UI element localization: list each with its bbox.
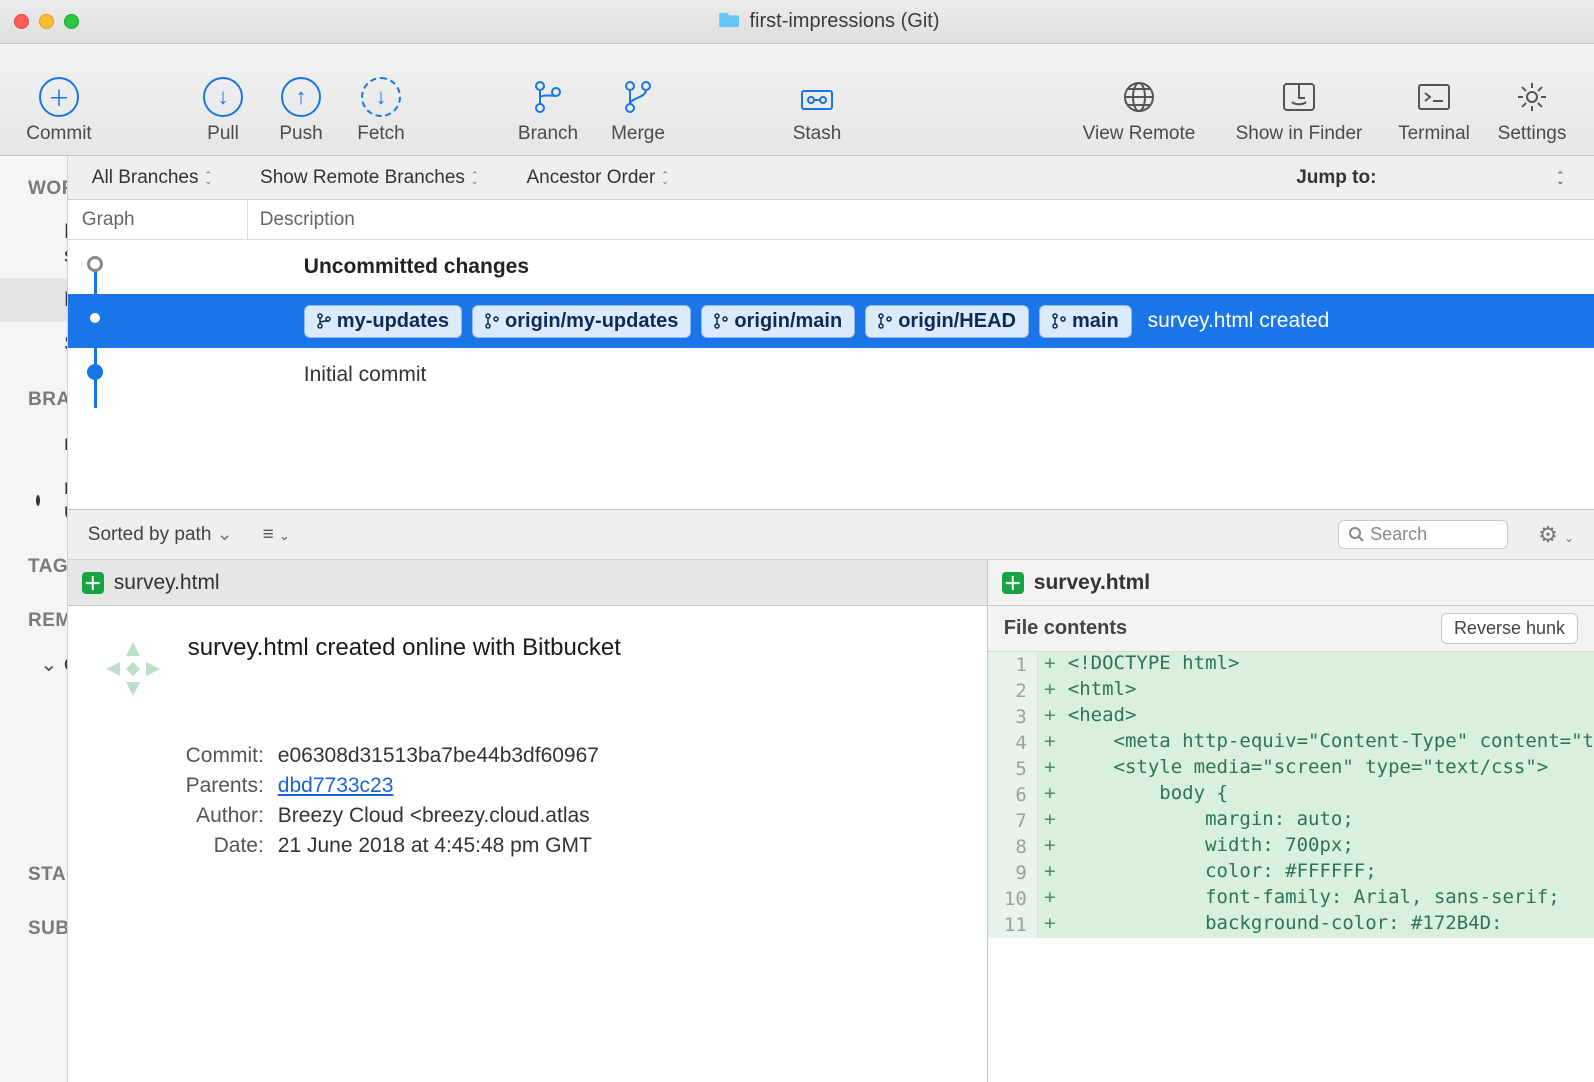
branch-tag[interactable]: my-updates <box>304 305 462 338</box>
sidebar-remote-head[interactable]: HEAD <box>0 686 68 730</box>
sidebar-remotes-header[interactable]: REMOTES <box>0 600 67 642</box>
commit-title: survey.html created online with Bitbucke… <box>188 634 957 662</box>
diff-line[interactable]: 7+ margin: auto; <box>988 808 1594 834</box>
search-input[interactable]: Search <box>1338 520 1508 549</box>
minimize-icon[interactable] <box>39 14 54 29</box>
commit-message: survey.html created <box>1148 309 1330 333</box>
view-mode-icon[interactable]: ≡ ⌄ <box>263 524 290 546</box>
sidebar-workspace-header[interactable]: WORKSPACE <box>0 168 67 210</box>
diff-line[interactable]: 8+ width: 700px; <box>988 834 1594 860</box>
sidebar-remote-origin[interactable]: ⌄origin <box>0 642 68 686</box>
diff-line[interactable]: 5+ <style media="screen" type="text/css"… <box>988 756 1594 782</box>
file-tab[interactable]: ＋ survey.html <box>68 560 987 606</box>
branch-tag[interactable]: main <box>1039 305 1132 338</box>
stash-icon <box>800 71 834 123</box>
commit-details-pane: ＋ survey.html survey.html created online… <box>68 560 988 1082</box>
close-icon[interactable] <box>14 14 29 29</box>
show-in-finder-button[interactable]: Show in Finder <box>1214 71 1384 145</box>
jump-to[interactable]: Jump to: <box>1296 167 1594 189</box>
sidebar: WORKSPACE File status 1 History Search B… <box>0 156 68 1082</box>
commit-author: Breezy Cloud <breezy.cloud.atlas <box>278 804 590 828</box>
added-file-icon: ＋ <box>1002 572 1024 594</box>
merge-button[interactable]: Merge <box>594 71 682 145</box>
settings-button[interactable]: Settings <box>1484 71 1580 145</box>
commit-hash: e06308d31513ba7be44b3df60967 <box>278 744 599 768</box>
maximize-icon[interactable] <box>64 14 79 29</box>
push-button[interactable]: ↑ Push <box>262 71 340 145</box>
window-controls <box>14 14 79 29</box>
sidebar-remote-main[interactable]: main <box>0 730 68 774</box>
commit-row-selected[interactable]: my-updates origin/my-updates origin/main… <box>68 294 1594 348</box>
sidebar-remote-my-updates[interactable]: my-updates <box>0 774 68 842</box>
view-remote-button[interactable]: View Remote <box>1064 71 1214 145</box>
sidebar-submodules-header[interactable]: SUBMODULES <box>0 908 67 950</box>
diff-line[interactable]: 1+<!DOCTYPE html> <box>988 652 1594 678</box>
col-graph: Graph <box>68 200 248 239</box>
sidebar-item-history[interactable]: History <box>0 278 68 322</box>
diff-line[interactable]: 3+<head> <box>988 704 1594 730</box>
globe-icon <box>1122 71 1156 123</box>
search-icon <box>1349 527 1364 542</box>
sidebar-tags-header[interactable]: TAGS <box>0 546 67 588</box>
gear-icon <box>1516 71 1548 123</box>
diff-pane: ＋ survey.html File contents Reverse hunk… <box>988 560 1594 1082</box>
stash-button[interactable]: Stash <box>772 71 862 145</box>
reverse-hunk-button[interactable]: Reverse hunk <box>1441 613 1578 644</box>
commit-row-initial[interactable]: Initial commit <box>68 348 1594 402</box>
commit-date: 21 June 2018 at 4:45:48 pm GMT <box>278 834 592 858</box>
sidebar-branch-main[interactable]: main <box>0 422 68 466</box>
order-filter[interactable]: Ancestor Order <box>502 167 692 189</box>
commit-button[interactable]: ＋ Commit <box>14 71 104 145</box>
gear-icon[interactable]: ⚙ ⌄ <box>1538 522 1574 548</box>
sidebar-item-search[interactable]: Search <box>0 322 68 366</box>
pull-button[interactable]: ↓ Pull <box>184 71 262 145</box>
branch-tag[interactable]: origin/HEAD <box>865 305 1029 338</box>
folder-icon <box>719 10 741 34</box>
merge-icon <box>623 71 653 123</box>
remote-filter[interactable]: Show Remote Branches <box>236 167 502 189</box>
terminal-button[interactable]: Terminal <box>1384 71 1484 145</box>
sidebar-branches-header[interactable]: BRANCHES <box>0 378 67 422</box>
diff-line[interactable]: 11+ background-color: #172B4D: <box>988 912 1594 938</box>
diff-content: 1+<!DOCTYPE html>2+<html>3+<head>4+ <met… <box>988 652 1594 938</box>
diff-hunk-header: File contents Reverse hunk <box>988 606 1594 652</box>
current-branch-icon <box>36 495 40 506</box>
sidebar-item-file-status[interactable]: File status 1 <box>0 210 68 278</box>
parent-link[interactable]: dbd7733c23 <box>278 774 394 797</box>
diff-line[interactable]: 6+ body { <box>988 782 1594 808</box>
history-list: Uncommitted changes my-updates origin/my… <box>68 240 1594 510</box>
added-file-icon: ＋ <box>82 572 104 594</box>
branch-button[interactable]: Branch <box>502 71 594 145</box>
diff-line[interactable]: 9+ color: #FFFFFF; <box>988 860 1594 886</box>
diff-line[interactable]: 4+ <meta http-equiv="Content-Type" conte… <box>988 730 1594 756</box>
commit-row-uncommitted[interactable]: Uncommitted changes <box>68 240 1594 294</box>
toolbar: ＋ Commit ↓ Pull ↑ Push ↓ Fetch Branch Me… <box>0 44 1594 156</box>
window-title: first-impressions (Git) <box>749 10 939 33</box>
branch-icon <box>533 71 563 123</box>
window-titlebar: first-impressions (Git) <box>0 0 1594 44</box>
col-description: Description <box>248 200 1594 239</box>
branch-tag[interactable]: origin/my-updates <box>472 305 691 338</box>
terminal-icon <box>1417 71 1451 123</box>
filter-bar: All Branches Show Remote Branches Ancest… <box>68 156 1594 200</box>
sidebar-branch-my-updates[interactable]: my-updates <box>0 466 68 534</box>
sidebar-stashes-header[interactable]: STASHES <box>0 854 67 896</box>
diff-line[interactable]: 10+ font-family: Arial, sans-serif; <box>988 886 1594 912</box>
sort-select[interactable]: Sorted by path ⌄ <box>88 523 233 546</box>
diff-file-tab[interactable]: ＋ survey.html <box>988 560 1594 606</box>
avatar-icon <box>98 634 168 704</box>
branch-tag[interactable]: origin/main <box>701 305 855 338</box>
history-header: Graph Description <box>68 200 1594 240</box>
branches-filter[interactable]: All Branches <box>68 167 236 189</box>
finder-icon <box>1282 71 1316 123</box>
sort-bar: Sorted by path ⌄ ≡ ⌄ Search ⚙ ⌄ <box>68 510 1594 560</box>
diff-line[interactable]: 2+<html> <box>988 678 1594 704</box>
fetch-button[interactable]: ↓ Fetch <box>340 71 422 145</box>
